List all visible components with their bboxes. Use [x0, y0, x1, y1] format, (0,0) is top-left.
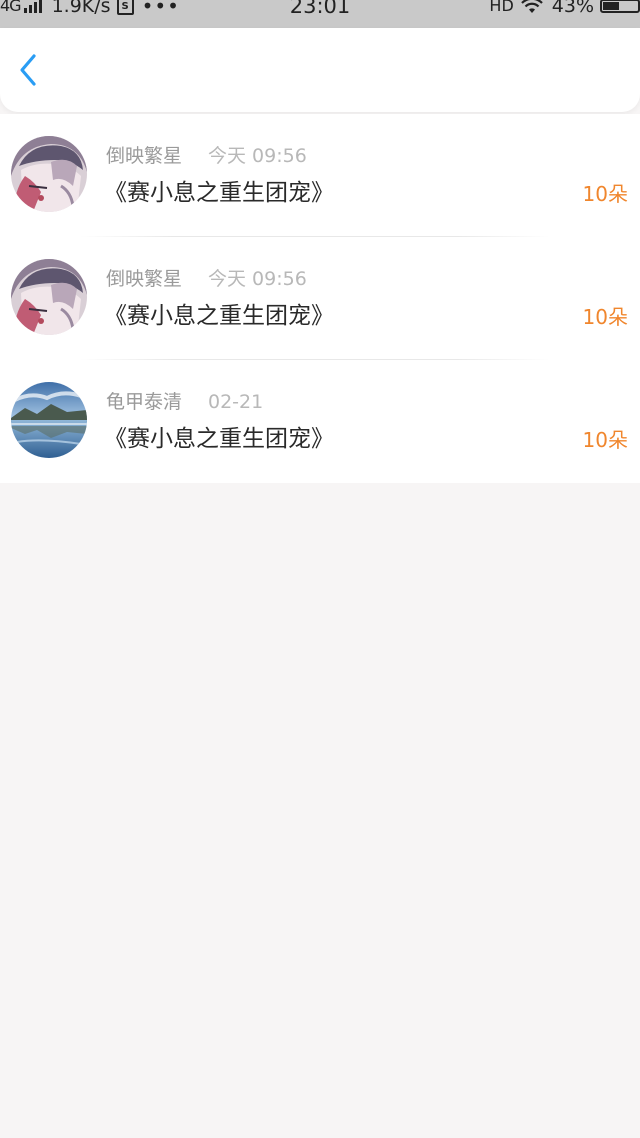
battery-icon [600, 0, 640, 13]
avatar[interactable] [11, 382, 87, 458]
landscape-lake-avatar-icon [11, 382, 87, 458]
gift-amount: 10朵 [582, 305, 628, 329]
user-name: 倒映繁星 [106, 145, 183, 167]
back-button[interactable] [8, 50, 48, 90]
list-item[interactable]: 倒映繁星 今天 09:56 《赛小息之重生团宠》 10朵 [0, 114, 640, 237]
avatar[interactable] [11, 136, 87, 212]
list-item[interactable]: 龟甲泰清 02-21 《赛小息之重生团宠》 10朵 [0, 360, 640, 483]
wifi-icon [520, 0, 543, 13]
book-title: 《赛小息之重生团宠》 [104, 426, 334, 452]
avatar[interactable] [11, 259, 87, 335]
anime-character-avatar-icon [11, 136, 87, 212]
battery-percent: 43% [551, 0, 594, 17]
book-title: 《赛小息之重生团宠》 [104, 180, 334, 206]
user-name: 倒映繁星 [106, 268, 183, 290]
hd-indicator: HD [489, 0, 514, 15]
book-title: 《赛小息之重生团宠》 [104, 303, 334, 329]
user-name: 龟甲泰清 [106, 391, 183, 413]
gift-amount: 10朵 [582, 182, 628, 206]
nav-bar [0, 28, 640, 112]
gift-record-list: 倒映繁星 今天 09:56 《赛小息之重生团宠》 10朵 倒映繁星 今天 09:… [0, 114, 640, 483]
gift-amount: 10朵 [582, 428, 628, 452]
status-right: HD 43% [489, 0, 640, 16]
anime-character-avatar-icon [11, 259, 87, 335]
list-item[interactable]: 倒映繁星 今天 09:56 《赛小息之重生团宠》 10朵 [0, 237, 640, 360]
timestamp: 今天 09:56 [208, 268, 307, 290]
status-bar: 4G 1.9K/s S ••• 23:01 HD 43% [0, 0, 640, 28]
timestamp: 02-21 [208, 391, 264, 413]
chevron-left-icon [20, 54, 36, 86]
timestamp: 今天 09:56 [208, 145, 307, 167]
